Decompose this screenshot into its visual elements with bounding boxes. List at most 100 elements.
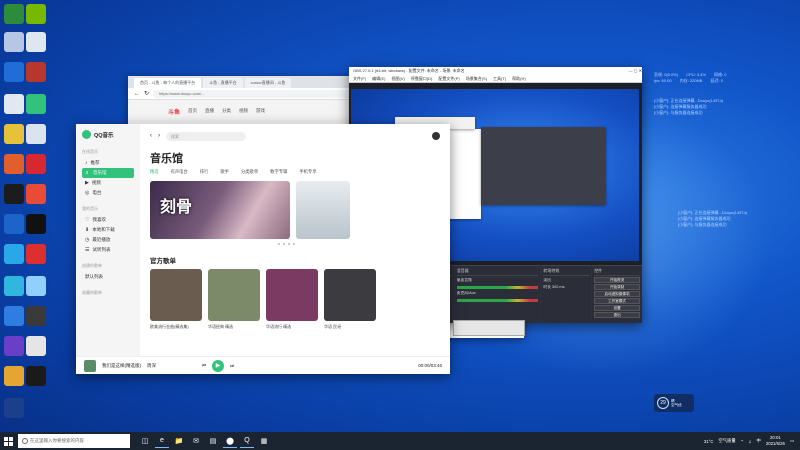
desktop-icon[interactable] [26, 32, 46, 52]
menu-item[interactable]: 编辑(E) [372, 75, 385, 82]
desktop-icon[interactable] [4, 4, 24, 24]
desktop-icon[interactable] [4, 244, 24, 264]
desktop-icon[interactable] [4, 124, 24, 144]
desktop-icon[interactable] [26, 184, 46, 204]
tab-category-playlists[interactable]: 分类歌单 [241, 169, 258, 175]
playlist-cover[interactable] [324, 269, 376, 321]
site-nav-item[interactable]: 视频 [239, 108, 248, 114]
weather-text[interactable]: 空气质量 [719, 438, 736, 444]
next-icon[interactable]: ⏭ [230, 363, 234, 368]
desktop-icon[interactable] [26, 94, 46, 114]
playlist-card[interactable]: 欧美流行金曲(精选集) [150, 269, 202, 330]
transition-duration[interactable]: 时长 300 ms [543, 285, 589, 290]
desktop-icon[interactable] [26, 244, 46, 264]
desktop-icon[interactable] [26, 4, 46, 24]
banner-carousel[interactable]: 刻骨 [150, 181, 440, 245]
song-title[interactable]: 我们是这样(精选版) [102, 363, 141, 369]
avatar[interactable] [432, 132, 440, 140]
play-button[interactable]: ▶ [212, 359, 225, 372]
desktop-icon[interactable] [4, 336, 24, 356]
tab-singers[interactable]: 歌手 [220, 169, 229, 175]
site-nav-item[interactable]: 直播 [205, 108, 214, 114]
desktop-icon[interactable] [4, 184, 24, 204]
desktop-icon[interactable] [26, 154, 46, 174]
task-view-icon[interactable]: ◫ [138, 434, 152, 448]
now-playing-cover[interactable] [84, 359, 96, 372]
tab-digital-albums[interactable]: 数字专辑 [270, 169, 287, 175]
sidebar-item-radio[interactable]: ◎ 电台 [82, 188, 134, 198]
desktop-icon[interactable] [4, 306, 24, 326]
sidebar-item-music-hall[interactable]: ♬ 音乐馆 [82, 168, 134, 178]
start-button[interactable] [0, 432, 16, 450]
desktop-icon[interactable] [26, 276, 46, 296]
virtual-camera-button[interactable]: 启动虚拟摄像机 [594, 291, 641, 297]
tab-audio-radio[interactable]: 有声电台 [171, 169, 188, 175]
ime-indicator[interactable]: 中 [757, 438, 761, 444]
menu-item[interactable]: 文件(F) [353, 75, 366, 82]
mail-icon[interactable]: ✉ [189, 434, 203, 448]
tab-mobile-exclusive[interactable]: 手机专享 [299, 169, 316, 175]
store-icon[interactable]: ▤ [206, 434, 220, 448]
sidebar-item-liked[interactable]: ♡ 我喜欢 [82, 215, 134, 225]
back-icon[interactable]: ← [134, 91, 140, 97]
sidebar-item-recent[interactable]: ◷ 最近播放 [82, 235, 134, 245]
desktop-icon[interactable] [26, 336, 46, 356]
tab-featured[interactable]: 精选 [150, 169, 159, 175]
menu-item[interactable]: 帮助(H) [512, 75, 526, 82]
desktop-icon[interactable] [26, 214, 46, 234]
menu-item[interactable]: 配置文件(P) [438, 75, 459, 82]
start-recording-button[interactable]: 开始录制 [594, 284, 641, 290]
back-icon[interactable]: ‹ [150, 133, 152, 139]
carousel-dots[interactable] [278, 243, 295, 245]
desktop-icon[interactable] [26, 306, 46, 326]
sidebar-item-default-list[interactable]: 默认列表 [82, 272, 134, 282]
transition-select[interactable]: 淡出 [543, 278, 589, 283]
site-nav-item[interactable]: 游戏 [256, 108, 265, 114]
playlist-card[interactable]: 华语经典 精选 [208, 269, 260, 330]
app-icon[interactable]: ▦ [257, 434, 271, 448]
weather-temp[interactable]: 31°C [704, 439, 714, 444]
sidebar-item-trial[interactable]: ☰ 试听列表 [82, 245, 134, 255]
prev-icon[interactable]: ⏮ [202, 363, 206, 368]
exit-button[interactable]: 退出 [594, 312, 641, 318]
desktop-icon[interactable] [4, 276, 24, 296]
volume-icon[interactable]: ♫ [748, 439, 751, 444]
playlist-card[interactable]: 华语流行 精选 [266, 269, 318, 330]
refresh-icon[interactable]: ↻ [144, 90, 149, 97]
site-nav-item[interactable]: 分类 [222, 108, 231, 114]
desktop-icon[interactable] [26, 366, 46, 386]
sidebar-item-video[interactable]: ▶ 视频 [82, 178, 134, 188]
start-streaming-button[interactable]: 开始推流 [594, 277, 641, 283]
artist-name[interactable]: 周深 [147, 363, 156, 369]
desktop-icon[interactable] [4, 62, 24, 82]
desktop-icon[interactable] [26, 124, 46, 144]
notification-icon[interactable]: ▭ [790, 438, 794, 444]
playlist-card[interactable]: 华语 民谣 [324, 269, 376, 330]
desktop-icon[interactable] [4, 214, 24, 234]
folder-icon[interactable]: 📁 [172, 434, 186, 448]
playlist-name[interactable]: 欧美流行金曲(精选集) [150, 324, 202, 330]
menu-item[interactable]: 视图(V) [391, 75, 404, 82]
banner-secondary[interactable] [296, 181, 350, 239]
desktop-icon[interactable] [4, 94, 24, 114]
desktop-icon[interactable] [4, 154, 24, 174]
studio-mode-button[interactable]: 工作室模式 [594, 298, 641, 304]
qqmusic-icon[interactable]: Q [240, 434, 254, 448]
settings-button[interactable]: 设置 [594, 305, 641, 311]
obs-icon[interactable]: ⬤ [223, 434, 237, 448]
taskbar-search[interactable]: 在这里输入你要搜索的内容 [18, 434, 130, 448]
weather-widget[interactable]: 29 晴空气优 [654, 394, 694, 412]
menu-item[interactable]: 停靠窗口(D) [411, 75, 433, 82]
site-nav-item[interactable]: 首页 [188, 108, 197, 114]
playlist-name[interactable]: 华语经典 精选 [208, 324, 260, 330]
window-controls[interactable]: — ▢ ✕ [629, 67, 642, 75]
browser-tab[interactable]: 首页 - 斗鱼 - 每个人的直播平台 [134, 78, 202, 88]
desktop-icon[interactable] [4, 32, 24, 52]
desktop-icon[interactable] [4, 398, 24, 418]
search-input[interactable]: 搜索 [166, 131, 246, 141]
playlist-name[interactable]: 华语 民谣 [324, 324, 376, 330]
banner-main[interactable]: 刻骨 [150, 181, 290, 239]
desktop-icon[interactable] [26, 62, 46, 82]
sidebar-item-recommend[interactable]: ♪ 推荐 [82, 158, 134, 168]
browser-tab[interactable]: 斗鱼 - 直播平台 [203, 78, 243, 88]
